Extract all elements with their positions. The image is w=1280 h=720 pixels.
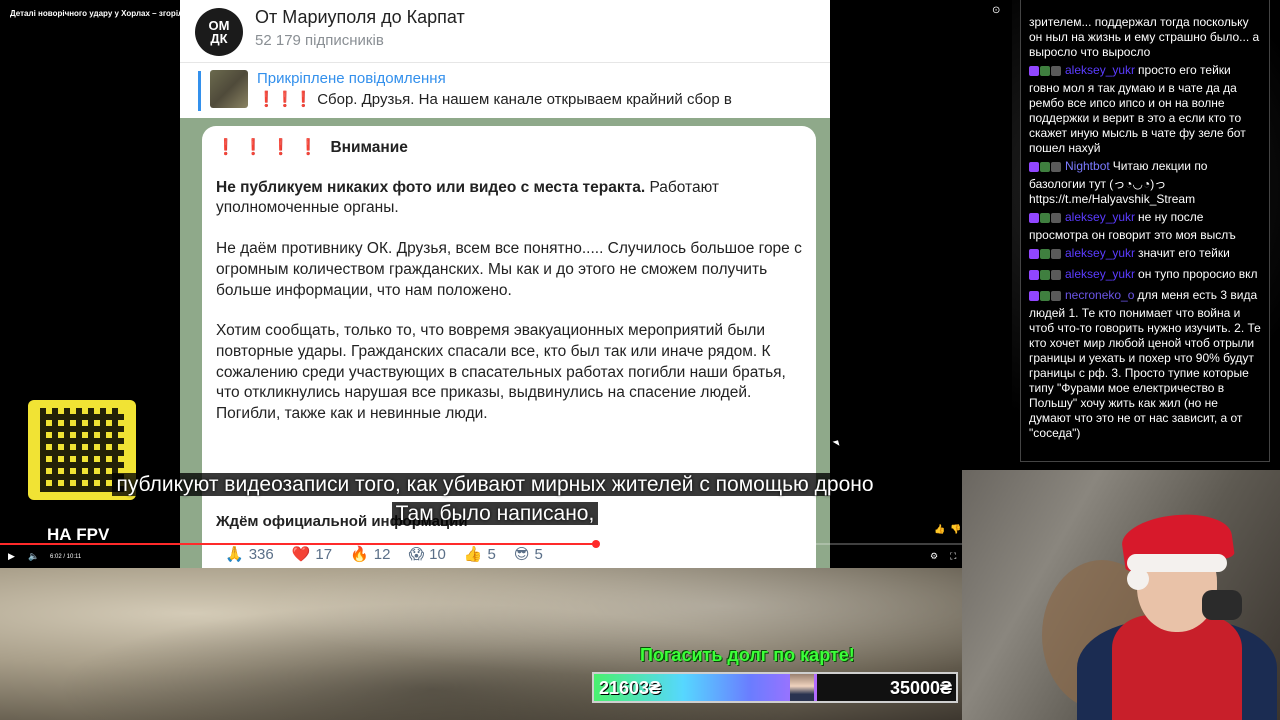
settings-icon[interactable]: ⊙ <box>992 5 1000 16</box>
badge-icon <box>1051 66 1061 76</box>
pinned-title: Прикріплене повідомлення <box>257 70 446 87</box>
donation-current: 21603₴ <box>599 678 662 698</box>
channel-title: От Мариуполя до Карпат <box>255 7 465 27</box>
chat-message: aleksey_yukr не ну после просмотра он гов… <box>1029 210 1261 243</box>
time-display: 6:02 / 10:11 <box>50 554 82 560</box>
donation-avatar <box>790 674 814 701</box>
pinned-indicator <box>198 71 201 111</box>
chat-username[interactable]: necroneko_o <box>1065 288 1134 302</box>
badge-icon <box>1029 270 1039 280</box>
chat-message: aleksey_yukr он тупо проросио вкл <box>1029 267 1261 285</box>
settings-icon[interactable]: ⚙ <box>930 551 938 562</box>
subtitles: публикуют видеозаписи того, как убивают … <box>0 470 962 528</box>
chat-username[interactable]: aleksey_yukr <box>1065 267 1135 281</box>
chat-text: зрителем... поддержал тогда поскольку он… <box>1029 15 1260 59</box>
message-paragraph-1: Не публикуем никаких фото или видео с ме… <box>216 178 802 219</box>
donation-goal: 35000₴ <box>889 678 952 698</box>
badge-icon <box>1029 66 1039 76</box>
badge-icon <box>1040 66 1050 76</box>
chat-message: aleksey_yukr значит его тейки <box>1029 246 1261 264</box>
pinned-message: Прикріплене повідомлення ❗❗❗ Сбор. Друзь… <box>180 62 830 118</box>
chat-message: Nightbot Читаю лекции по базологии тут (っ… <box>1029 159 1261 207</box>
fpv-label: НА FPV <box>47 525 110 544</box>
fullscreen-icon[interactable]: ⛶ <box>950 551 956 562</box>
badge-icon <box>1051 213 1061 223</box>
santa-hat-pompom <box>1127 568 1149 590</box>
badge-icon <box>1051 249 1061 259</box>
chat-username[interactable]: aleksey_yukr <box>1065 246 1135 260</box>
chat-username[interactable]: Nightbot <box>1065 159 1110 173</box>
heading-text: Внимание <box>330 139 408 156</box>
subtitle-line-1: публикуют видеозаписи того, как убивают … <box>112 473 878 496</box>
badge-icon <box>1040 162 1050 172</box>
badge-icon <box>1051 291 1061 301</box>
donation-title: Погасить долг по карте! <box>640 645 855 665</box>
badge-icon <box>1029 162 1039 172</box>
chat-badges <box>1029 270 1062 285</box>
chat-message: aleksey_yukr просто его тейки говно мол я… <box>1029 63 1261 156</box>
play-icon[interactable]: ▶ <box>8 551 15 562</box>
subtitle-line-2: Там было написано, <box>391 502 599 525</box>
badge-icon <box>1040 249 1050 259</box>
message-heading: ❗ ❗ ❗ ❗ Внимание <box>216 138 802 159</box>
chat-username[interactable]: aleksey_yukr <box>1065 63 1135 77</box>
chat-message: necroneko_o для меня есть 3 вида людей 1.… <box>1029 288 1261 441</box>
message-paragraph-3: Хотим сообщать, только то, что вовремя э… <box>216 322 786 423</box>
badge-icon <box>1040 213 1050 223</box>
pinned-text: ❗❗❗ Сбор. Друзья. На нашем канале открыв… <box>257 91 732 108</box>
chat-panel[interactable]: зрителем... поддержал тогда поскольку он… <box>1020 0 1270 462</box>
subscriber-count: 52 179 підписників <box>255 32 384 49</box>
chat-badges <box>1029 291 1062 306</box>
channel-header: ОМ ДК От Мариуполя до Карпат 52 179 підп… <box>180 0 830 62</box>
badge-icon <box>1029 291 1039 301</box>
dislike-icon[interactable]: 👎 <box>950 524 961 535</box>
badge-icon <box>1051 270 1061 280</box>
chat-badges <box>1029 249 1062 264</box>
chat-text: для меня есть 3 вида людей 1. Те кто пон… <box>1029 288 1261 440</box>
chat-badges <box>1029 213 1062 228</box>
warning-icon: ❗ ❗ ❗ ❗ <box>216 139 321 156</box>
chat-username[interactable]: aleksey_yukr <box>1065 210 1135 224</box>
chat-message: зрителем... поддержал тогда поскольку он… <box>1029 15 1261 60</box>
video-player[interactable]: Деталі новорічного удару у Хорлах – згор… <box>0 0 962 568</box>
microphone <box>1202 590 1242 620</box>
chat-text: он тупо проросио вкл <box>1138 267 1258 281</box>
webcam-feed <box>962 470 1280 720</box>
progress-bar[interactable] <box>0 540 962 548</box>
player-controls: ▶ 🔈 6:02 / 10:11 ⚙ ⛶ <box>0 548 962 566</box>
chat-text: значит его тейки <box>1138 246 1230 260</box>
donation-progress-bar: 21603₴ 35000₴ <box>592 672 958 703</box>
badge-icon <box>1051 162 1061 172</box>
mouse-cursor-icon <box>832 438 842 446</box>
channel-avatar: ОМ ДК <box>195 8 243 56</box>
message-paragraph-2: Не даём противнику ОК. Друзья, всем все … <box>216 240 802 299</box>
pinned-thumbnail <box>210 70 248 108</box>
volume-icon[interactable]: 🔈 <box>28 551 39 562</box>
progress-fill <box>0 543 597 545</box>
badge-icon <box>1029 213 1039 223</box>
channel-avatar-text: ОМ ДК <box>208 18 230 46</box>
like-icon[interactable]: 👍 <box>934 524 945 535</box>
message-bold-text: Не публикуем никаких фото или видео с ме… <box>216 178 646 196</box>
chat-badges <box>1029 66 1062 81</box>
badge-icon <box>1040 270 1050 280</box>
chat-badges <box>1029 162 1062 177</box>
badge-icon <box>1029 249 1039 259</box>
badge-icon <box>1040 291 1050 301</box>
